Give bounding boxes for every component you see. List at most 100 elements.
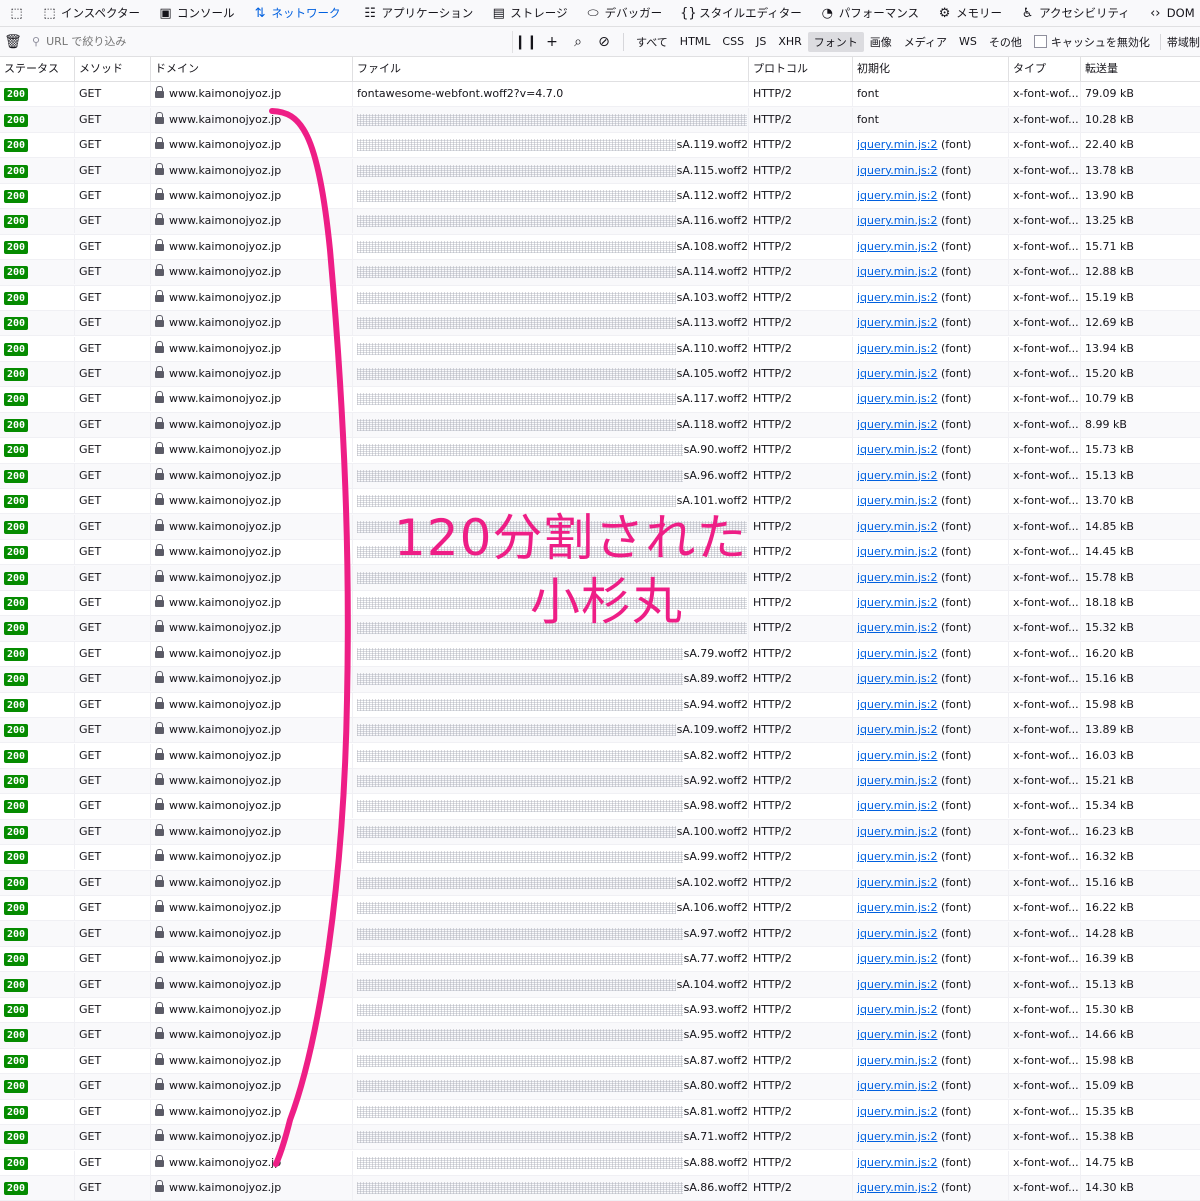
pause-icon[interactable]: ❙❙ [513, 34, 539, 50]
initiator-cell[interactable]: jquery.min.js:2 (font) [853, 1099, 1009, 1124]
table-row[interactable]: 200 GET www.kaimonojyoz.jp HTTP/2 jquery.min… [0, 616, 1200, 642]
initiator-link[interactable]: jquery.min.js:2 [857, 672, 937, 685]
initiator-cell[interactable]: jquery.min.js:2 (font) [853, 565, 1009, 590]
initiator-cell[interactable]: jquery.min.js:2 (font) [853, 896, 1009, 921]
initiator-cell[interactable]: jquery.min.js:2 (font) [853, 794, 1009, 819]
table-row[interactable]: 200 GET www.kaimonojyoz.jp sA.105.woff2 HTTP… [0, 361, 1200, 388]
initiator-cell[interactable]: jquery.min.js:2 (font) [853, 972, 1009, 997]
type-filter-button[interactable]: CSS [716, 33, 750, 50]
table-row[interactable]: 200 GET www.kaimonojyoz.jp sA.100.woff2 HTTP… [0, 819, 1200, 846]
initiator-cell[interactable]: jquery.min.js:2 (font) [853, 183, 1009, 208]
column-header[interactable]: ファイル [353, 57, 749, 81]
initiator-cell[interactable]: jquery.min.js:2 (font) [853, 921, 1009, 946]
trash-icon[interactable]: 🗑 [0, 34, 26, 50]
initiator-cell[interactable]: jquery.min.js:2 (font) [853, 412, 1009, 437]
initiator-link[interactable]: jquery.min.js:2 [857, 1054, 937, 1067]
initiator-link[interactable]: jquery.min.js:2 [857, 1028, 937, 1041]
initiator-link[interactable]: jquery.min.js:2 [857, 342, 937, 355]
initiator-link[interactable]: jquery.min.js:2 [857, 978, 937, 991]
table-row[interactable]: 200 GET www.kaimonojyoz.jp sA.113.woff2 HTTP… [0, 310, 1200, 337]
initiator-cell[interactable]: jquery.min.js:2 (font) [853, 514, 1009, 539]
initiator-link[interactable]: jquery.min.js:2 [857, 596, 937, 609]
initiator-cell[interactable]: jquery.min.js:2 (font) [853, 540, 1009, 565]
column-header[interactable]: メソッド [75, 57, 151, 81]
table-row[interactable]: 200 GET www.kaimonojyoz.jp sA.71.woff2 HTTP/… [0, 1124, 1200, 1151]
table-row[interactable]: 200 GET www.kaimonojyoz.jp fontawesome-webf… [0, 82, 1200, 108]
table-row[interactable]: 200 GET www.kaimonojyoz.jp HTTP/2 font x-font… [0, 107, 1200, 133]
type-filter-button[interactable]: すべて [630, 32, 674, 52]
column-header[interactable]: ドメイン [151, 57, 353, 81]
initiator-link[interactable]: jquery.min.js:2 [857, 571, 937, 584]
tab-debugger[interactable]: ⬭ デバッガー [577, 0, 672, 26]
initiator-link[interactable]: jquery.min.js:2 [857, 1079, 937, 1092]
initiator-link[interactable]: jquery.min.js:2 [857, 850, 937, 863]
table-row[interactable]: 200 GET www.kaimonojyoz.jp HTTP/2 jquery.min… [0, 540, 1200, 566]
initiator-cell[interactable]: jquery.min.js:2 (font) [853, 311, 1009, 336]
table-row[interactable]: 200 GET www.kaimonojyoz.jp sA.93.woff2 HTTP/… [0, 997, 1200, 1024]
table-row[interactable]: 200 GET www.kaimonojyoz.jp sA.96.woff2 HTTP/… [0, 463, 1200, 489]
tab-style-editor[interactable]: {} スタイルエディター [671, 0, 811, 26]
initiator-link[interactable]: jquery.min.js:2 [857, 291, 937, 304]
initiator-cell[interactable]: jquery.min.js:2 (font) [853, 387, 1009, 412]
table-row[interactable]: 200 GET www.kaimonojyoz.jp sA.89.woff2 HTTP/… [0, 667, 1200, 693]
initiator-link[interactable]: jquery.min.js:2 [857, 952, 937, 965]
initiator-link[interactable]: jquery.min.js:2 [857, 1003, 937, 1016]
table-row[interactable]: 200 GET www.kaimonojyoz.jp sA.103.woff2 HTTP… [0, 285, 1200, 311]
type-filter-button[interactable]: WS [953, 33, 983, 50]
type-filter-button[interactable]: その他 [983, 32, 1028, 52]
initiator-link[interactable]: jquery.min.js:2 [857, 876, 937, 889]
initiator-link[interactable]: jquery.min.js:2 [857, 545, 937, 558]
initiator-link[interactable]: jquery.min.js:2 [857, 799, 937, 812]
initiator-cell[interactable]: jquery.min.js:2 (font) [853, 209, 1009, 234]
table-row[interactable]: 200 GET www.kaimonojyoz.jp sA.87.woff2 HTTP/… [0, 1048, 1200, 1075]
table-row[interactable]: 200 GET www.kaimonojyoz.jp HTTP/2 jquery.min… [0, 514, 1200, 540]
initiator-cell[interactable]: jquery.min.js:2 (font) [853, 845, 1009, 870]
initiator-cell[interactable]: jquery.min.js:2 (font) [853, 133, 1009, 158]
tab-console[interactable]: ▣ コンソール [149, 0, 244, 26]
type-filter-button[interactable]: メディア [898, 32, 953, 52]
initiator-link[interactable]: jquery.min.js:2 [857, 520, 937, 533]
table-row[interactable]: 200 GET www.kaimonojyoz.jp sA.97.woff2 HTTP/… [0, 921, 1200, 947]
table-row[interactable]: 200 GET www.kaimonojyoz.jp sA.109.woff2 HTTP… [0, 717, 1200, 744]
initiator-link[interactable]: jquery.min.js:2 [857, 723, 937, 736]
initiator-link[interactable]: jquery.min.js:2 [857, 392, 937, 405]
initiator-link[interactable]: jquery.min.js:2 [857, 1130, 937, 1143]
initiator-link[interactable]: jquery.min.js:2 [857, 621, 937, 634]
table-row[interactable]: 200 GET www.kaimonojyoz.jp sA.90.woff2 HTTP/… [0, 438, 1200, 464]
table-row[interactable]: 200 GET www.kaimonojyoz.jp sA.116.woff2 HTTP… [0, 209, 1200, 235]
column-header[interactable]: タイプ [1009, 57, 1081, 81]
block-icon[interactable]: ⊘ [591, 34, 617, 50]
search-icon[interactable]: ⌕ [565, 34, 591, 50]
tab-performance[interactable]: ◔ パフォーマンス [811, 0, 928, 26]
initiator-cell[interactable]: jquery.min.js:2 (font) [853, 1125, 1009, 1150]
column-header[interactable]: 転送量 [1081, 57, 1200, 81]
initiator-cell[interactable]: jquery.min.js:2 (font) [853, 870, 1009, 895]
tab-inspector[interactable]: ⬚ インスペクター [33, 0, 149, 26]
table-row[interactable]: 200 GET www.kaimonojyoz.jp sA.94.woff2 HTTP/… [0, 692, 1200, 718]
initiator-link[interactable]: jquery.min.js:2 [857, 1181, 937, 1194]
table-row[interactable]: 200 GET www.kaimonojyoz.jp sA.80.woff2 HTTP/… [0, 1074, 1200, 1100]
initiator-cell[interactable]: jquery.min.js:2 (font) [853, 285, 1009, 310]
table-row[interactable]: 200 GET www.kaimonojyoz.jp sA.117.woff2 HTTP… [0, 387, 1200, 413]
initiator-link[interactable]: jquery.min.js:2 [857, 901, 937, 914]
column-header[interactable]: 初期化 [853, 57, 1009, 81]
initiator-cell[interactable]: jquery.min.js:2 (font) [853, 1048, 1009, 1073]
table-row[interactable]: 200 GET www.kaimonojyoz.jp sA.114.woff2 HTTP… [0, 260, 1200, 286]
initiator-cell[interactable]: jquery.min.js:2 (font) [853, 616, 1009, 641]
initiator-link[interactable]: jquery.min.js:2 [857, 1105, 937, 1118]
initiator-cell[interactable]: jquery.min.js:2 (font) [853, 336, 1009, 361]
table-row[interactable]: 200 GET www.kaimonojyoz.jp HTTP/2 jquery.min… [0, 590, 1200, 617]
column-header[interactable]: プロトコル [749, 57, 853, 81]
initiator-cell[interactable]: jquery.min.js:2 (font) [853, 234, 1009, 259]
table-row[interactable]: 200 GET www.kaimonojyoz.jp sA.77.woff2 HTTP/… [0, 947, 1200, 973]
table-row[interactable]: 200 GET www.kaimonojyoz.jp sA.106.woff2 HTTP… [0, 896, 1200, 922]
tab-accessibility[interactable]: ♿ アクセシビリティ [1011, 0, 1139, 26]
table-row[interactable]: 200 GET www.kaimonojyoz.jp sA.101.woff2 HTTP… [0, 489, 1200, 515]
initiator-cell[interactable]: jquery.min.js:2 (font) [853, 260, 1009, 285]
initiator-cell[interactable]: jquery.min.js:2 (font) [853, 438, 1009, 463]
initiator-cell[interactable]: jquery.min.js:2 (font) [853, 947, 1009, 972]
initiator-link[interactable]: jquery.min.js:2 [857, 749, 937, 762]
plus-icon[interactable]: + [539, 34, 565, 50]
initiator-cell[interactable]: jquery.min.js:2 (font) [853, 667, 1009, 692]
table-row[interactable]: 200 GET www.kaimonojyoz.jp sA.119.woff2 HTTP… [0, 133, 1200, 159]
